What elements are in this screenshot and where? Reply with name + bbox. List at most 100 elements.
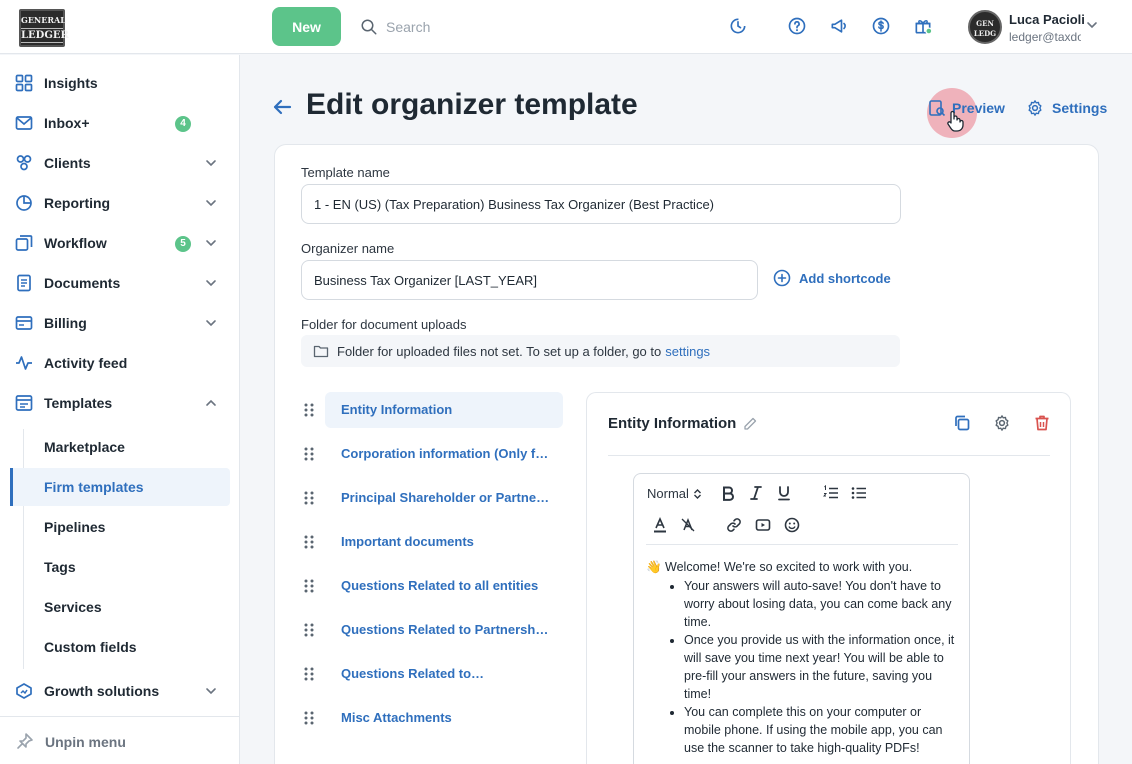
search-bar[interactable] <box>360 14 600 40</box>
section-item[interactable]: Important documents <box>300 524 564 560</box>
section-item[interactable]: Questions Related to Partnerships <box>300 612 564 648</box>
section-item[interactable]: Corporation information (Only for corpor… <box>300 436 564 472</box>
section-item[interactable]: Entity Information <box>300 392 564 428</box>
sidebar-subitem-tags[interactable]: Tags <box>10 548 230 586</box>
workflow-icon <box>15 235 33 251</box>
sidebar-item-clients[interactable]: Clients <box>0 143 239 183</box>
chevron-down-icon <box>1087 22 1097 29</box>
gift-icon[interactable] <box>913 16 933 36</box>
sidebar-item-growth-solutions[interactable]: Growth solutions <box>0 671 239 711</box>
new-button[interactable]: New <box>272 7 341 46</box>
organizer-name-label: Organizer name <box>301 241 395 256</box>
section-item[interactable]: Questions Related to… <box>300 656 564 692</box>
plus-circle-icon <box>773 269 791 287</box>
search-input[interactable] <box>386 19 586 35</box>
help-icon[interactable] <box>787 16 807 36</box>
panel-divider <box>608 455 1050 456</box>
sidebar-item-reporting[interactable]: Reporting <box>0 183 239 223</box>
chevron-down-icon <box>206 320 216 327</box>
list-item: You can complete this on your computer o… <box>684 703 958 757</box>
page-title: Edit organizer template <box>306 88 638 121</box>
add-shortcode-button[interactable]: Add shortcode <box>773 269 891 287</box>
sidebar-item-templates[interactable]: Templates <box>0 383 239 423</box>
document-icon <box>17 274 31 292</box>
italic-icon[interactable] <box>748 485 764 501</box>
bullet-list: Your answers will auto-save! You don't h… <box>646 577 958 757</box>
emoji-icon[interactable] <box>784 517 800 533</box>
sidebar-item-billing[interactable]: Billing <box>0 303 239 343</box>
ordered-list-icon[interactable] <box>823 485 839 501</box>
drag-handle-icon[interactable] <box>303 490 315 506</box>
organizer-name-input[interactable] <box>301 260 758 300</box>
sidebar-item-insights[interactable]: Insights <box>0 63 239 103</box>
section-title[interactable]: Entity Information <box>608 415 758 432</box>
section-item[interactable]: Principal Shareholder or Partner 1 <box>300 480 564 516</box>
chevron-down-icon <box>206 688 216 695</box>
settings-link[interactable]: settings <box>665 344 710 359</box>
pin-icon <box>17 733 33 749</box>
templates-icon <box>15 395 33 411</box>
drag-handle-icon[interactable] <box>303 710 315 726</box>
template-name-label: Template name <box>301 165 390 180</box>
toolbar-divider <box>646 544 958 545</box>
sidebar: Insights Inbox+ 4 Clients Reporting Work… <box>0 55 240 764</box>
clients-icon <box>16 155 32 171</box>
text-color-icon[interactable] <box>652 517 668 533</box>
drag-handle-icon[interactable] <box>303 446 315 462</box>
settings-button[interactable]: Settings <box>1026 96 1107 120</box>
back-arrow-icon[interactable] <box>271 96 293 118</box>
chevron-up-icon <box>206 399 216 406</box>
drag-handle-icon[interactable] <box>303 578 315 594</box>
sidebar-item-inbox[interactable]: Inbox+ 4 <box>0 103 239 143</box>
sidebar-item-workflow[interactable]: Workflow 5 <box>0 223 239 263</box>
sidebar-item-activity-feed[interactable]: Activity feed <box>0 343 239 383</box>
updown-icon <box>693 488 701 499</box>
section-item[interactable]: Misc Attachments <box>300 700 564 736</box>
drag-handle-icon[interactable] <box>303 622 315 638</box>
drag-handle-icon[interactable] <box>303 402 315 418</box>
sidebar-subitem-pipelines[interactable]: Pipelines <box>10 508 230 546</box>
list-item: Once you provide us with the information… <box>684 631 958 703</box>
chevron-down-icon <box>206 160 216 167</box>
chevron-down-icon <box>206 240 216 247</box>
sidebar-item-documents[interactable]: Documents <box>0 263 239 303</box>
drag-handle-icon[interactable] <box>303 666 315 682</box>
section-item[interactable]: Questions Related to all entities <box>300 568 564 604</box>
user-menu[interactable]: GENLEDG Luca Pacioli ledger@taxdome.com <box>968 9 1132 47</box>
gear-icon <box>1028 100 1042 116</box>
rich-text-editor[interactable]: Normal 👋 Welcome! We're so excited to wo… <box>633 473 970 764</box>
pencil-icon[interactable] <box>742 416 758 432</box>
chevron-down-icon <box>206 280 216 287</box>
general-ledger-logo[interactable]: GENERAL LEDGER <box>19 9 69 47</box>
template-name-input[interactable] <box>301 184 901 224</box>
video-icon[interactable] <box>755 517 771 533</box>
workflow-count-badge: 5 <box>175 236 191 252</box>
sidebar-subitem-firm-templates[interactable]: Firm templates <box>10 468 230 506</box>
preview-button[interactable]: Preview <box>928 96 1005 120</box>
sidebar-subitem-custom-fields[interactable]: Custom fields <box>10 628 230 666</box>
billing-icon <box>15 316 33 330</box>
sidebar-subitem-services[interactable]: Services <box>10 588 230 626</box>
editor-content[interactable]: 👋 Welcome! We're so excited to work with… <box>646 558 958 757</box>
mail-icon <box>15 116 33 130</box>
grid-icon <box>15 74 33 92</box>
inbox-count-badge: 4 <box>175 116 191 132</box>
history-icon[interactable] <box>728 16 748 36</box>
clear-format-icon[interactable] <box>680 517 696 533</box>
folder-label: Folder for document uploads <box>301 317 467 332</box>
user-email: ledger@taxdome.com <box>1009 30 1081 44</box>
text-style-select[interactable]: Normal <box>647 486 702 501</box>
unpin-menu-button[interactable]: Unpin menu <box>0 716 239 764</box>
link-icon[interactable] <box>726 517 742 533</box>
megaphone-icon[interactable] <box>829 16 849 36</box>
underline-icon[interactable] <box>776 485 792 501</box>
dollar-icon[interactable] <box>871 16 891 36</box>
copy-icon[interactable] <box>953 414 971 432</box>
sidebar-subitem-marketplace[interactable]: Marketplace <box>10 428 230 466</box>
bullet-list-icon[interactable] <box>851 485 867 501</box>
drag-handle-icon[interactable] <box>303 534 315 550</box>
trash-icon[interactable] <box>1033 414 1051 432</box>
bold-icon[interactable] <box>720 485 736 501</box>
gear-icon[interactable] <box>993 414 1011 432</box>
folder-notice: Folder for uploaded files not set. To se… <box>301 335 900 367</box>
